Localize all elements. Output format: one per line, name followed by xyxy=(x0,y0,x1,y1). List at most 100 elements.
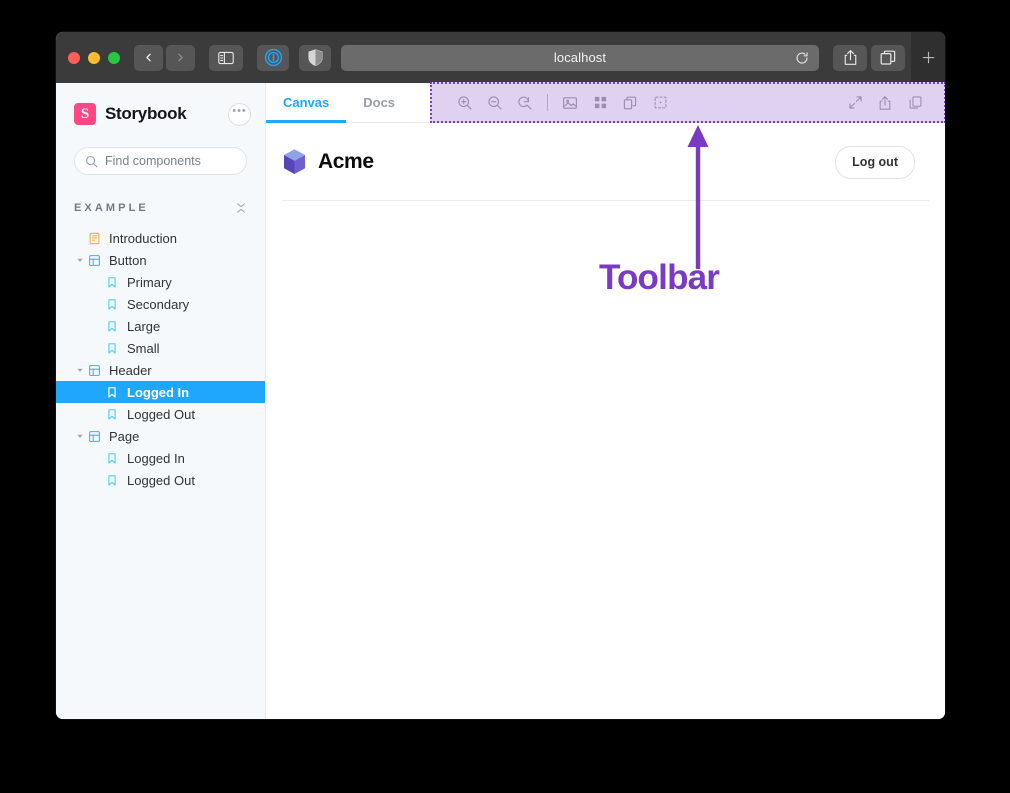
measure-icon[interactable] xyxy=(645,90,675,116)
sidebar-tree-item[interactable]: Logged In xyxy=(56,447,265,469)
sidebar-tree-item[interactable]: Logged In xyxy=(56,381,265,403)
sidebar-tree-item[interactable]: Small xyxy=(56,337,265,359)
sidebar-tree-item-label: Introduction xyxy=(109,230,177,246)
navigation-buttons xyxy=(134,44,195,71)
story-canvas: Acme Log out Toolbar xyxy=(266,123,945,719)
sidebar-toggle-button[interactable] xyxy=(209,44,243,71)
story-icon xyxy=(104,298,120,311)
search-input[interactable] xyxy=(105,154,266,168)
sidebar-tree-item[interactable]: Introduction xyxy=(56,227,265,249)
collapse-all-icon[interactable] xyxy=(235,202,247,214)
tab-overview-button[interactable] xyxy=(871,44,905,71)
forward-button[interactable] xyxy=(166,44,195,71)
new-tab-button[interactable] xyxy=(911,32,945,83)
doc-icon xyxy=(86,232,102,245)
acme-cube-logo-icon xyxy=(282,148,307,176)
onepassword-extension-icon[interactable] xyxy=(257,44,289,71)
zoom-in-icon[interactable] xyxy=(450,90,480,116)
sidebar-tree-item-label: Button xyxy=(109,252,147,268)
close-window-button[interactable] xyxy=(68,51,80,64)
titlebar-right-buttons xyxy=(833,44,905,71)
reader-shield-icon[interactable] xyxy=(299,44,331,71)
address-bar[interactable]: localhost xyxy=(341,44,819,71)
story-icon xyxy=(104,474,120,487)
log-out-button[interactable]: Log out xyxy=(835,146,915,179)
viewport-icon[interactable] xyxy=(615,90,645,116)
sidebar-tree-item-label: Header xyxy=(109,362,152,378)
preview-toolbar xyxy=(430,82,945,123)
component-icon xyxy=(86,254,102,267)
annotation-label: Toolbar xyxy=(599,258,720,297)
sidebar-tree-item-label: Primary xyxy=(127,274,172,290)
sidebar-tree-item[interactable]: Button xyxy=(56,249,265,271)
sidebar-tree-item-label: Logged In xyxy=(127,450,185,466)
back-button[interactable] xyxy=(134,44,163,71)
toolbar-right-group xyxy=(840,90,930,116)
reload-icon[interactable] xyxy=(795,51,809,65)
browser-titlebar: localhost xyxy=(56,32,945,83)
zoom-out-icon[interactable] xyxy=(480,90,510,116)
story-icon xyxy=(104,342,120,355)
sidebar-tree-item[interactable]: Logged Out xyxy=(56,469,265,491)
sidebar-tree-item-label: Page xyxy=(109,428,140,444)
sidebar-menu-button[interactable]: ••• xyxy=(228,102,251,126)
share-button[interactable] xyxy=(833,44,867,71)
address-bar-text: localhost xyxy=(553,50,607,65)
component-icon xyxy=(86,364,102,377)
sidebar-group-title: EXAMPLE xyxy=(74,202,149,214)
acme-title: Acme xyxy=(318,150,374,174)
sidebar-brand-row: S Storybook ••• xyxy=(56,97,265,131)
component-icon xyxy=(86,430,102,443)
story-icon xyxy=(104,386,120,399)
sidebar-search-wrap: / xyxy=(56,147,282,175)
sidebar-tree-item[interactable]: Primary xyxy=(56,271,265,293)
toolbar-separator xyxy=(547,94,548,111)
copy-link-icon[interactable] xyxy=(900,90,930,116)
tab-canvas-label: Canvas xyxy=(283,95,330,110)
search-icon xyxy=(85,155,98,168)
sidebar-tree-item-label: Secondary xyxy=(127,296,190,312)
preview-tabbar: Canvas Docs xyxy=(266,82,945,123)
toolbar-left-group xyxy=(450,90,675,116)
tab-docs-label: Docs xyxy=(363,95,396,110)
fullscreen-icon[interactable] xyxy=(840,90,870,116)
story-icon xyxy=(104,320,120,333)
sidebar-tree-item[interactable]: Secondary xyxy=(56,293,265,315)
story-icon xyxy=(104,452,120,465)
sidebar-tree-item[interactable]: Page xyxy=(56,425,265,447)
sidebar-tree-item-label: Large xyxy=(127,318,161,334)
search-box[interactable]: / xyxy=(74,147,282,175)
sidebar-tree-item-label: Logged In xyxy=(127,384,190,400)
sidebar-tree-item[interactable]: Logged Out xyxy=(56,403,265,425)
storybook-logo-icon: S xyxy=(74,103,96,125)
tab-canvas[interactable]: Canvas xyxy=(266,83,347,123)
browser-window: localhost S Storybook ••• Find component… xyxy=(56,32,945,719)
chevron-down-icon[interactable] xyxy=(74,432,86,440)
story-icon xyxy=(104,408,120,421)
storybook-title: Storybook xyxy=(105,104,187,123)
chevron-down-icon[interactable] xyxy=(74,366,86,374)
sidebar-tree-item[interactable]: Header xyxy=(56,359,265,381)
open-new-tab-icon[interactable] xyxy=(870,90,900,116)
sidebar-tree: Introduction Button Primary Secondary Large S… xyxy=(56,227,265,491)
background-icon[interactable] xyxy=(555,90,585,116)
maximize-window-button[interactable] xyxy=(108,51,120,64)
storybook-app: S Storybook ••• / EXAMPLE xyxy=(56,82,945,719)
window-controls xyxy=(68,51,120,64)
chevron-down-icon[interactable] xyxy=(74,256,86,264)
zoom-reset-icon[interactable] xyxy=(510,90,540,116)
preview-area: Canvas Docs Acme Log out Toolbar xyxy=(265,82,945,719)
storybook-sidebar: S Storybook ••• / EXAMPLE xyxy=(56,83,282,719)
grid-icon[interactable] xyxy=(585,90,615,116)
sidebar-group-header: EXAMPLE xyxy=(56,197,265,219)
story-icon xyxy=(104,276,120,289)
tab-docs[interactable]: Docs xyxy=(346,83,412,122)
annotation-arrow-icon xyxy=(687,125,709,269)
sidebar-tree-item[interactable]: Large xyxy=(56,315,265,337)
acme-header: Acme Log out xyxy=(282,123,929,201)
minimize-window-button[interactable] xyxy=(88,51,100,64)
acme-brand: Acme xyxy=(282,148,835,176)
sidebar-tree-item-label: Logged Out xyxy=(127,472,195,488)
sidebar-tree-item-label: Logged Out xyxy=(127,406,195,422)
sidebar-tree-item-label: Small xyxy=(127,340,160,356)
